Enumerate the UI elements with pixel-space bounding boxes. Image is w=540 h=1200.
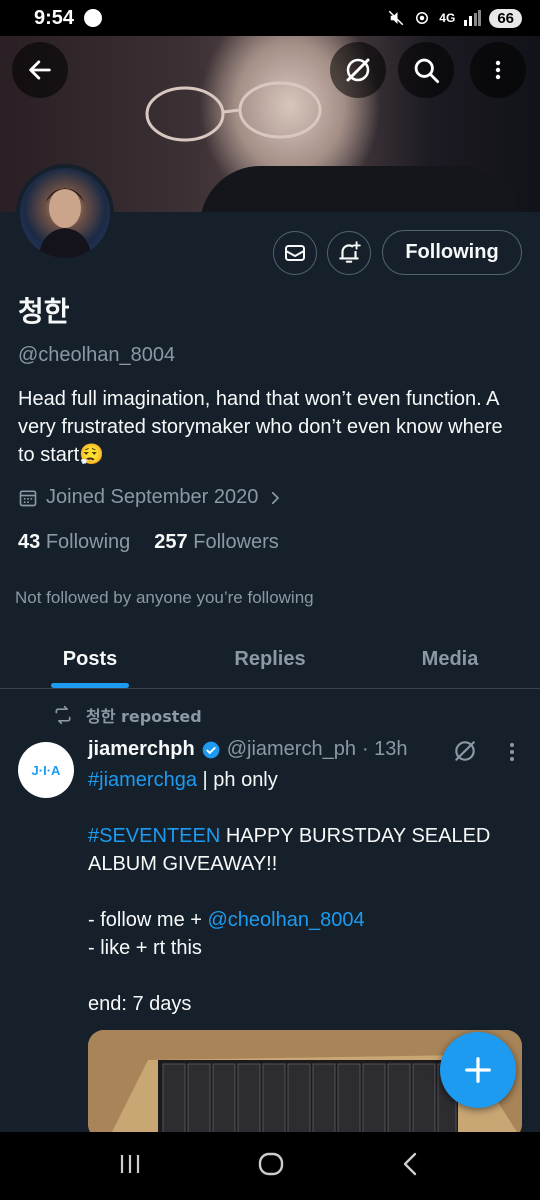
post-more-button[interactable]	[502, 740, 522, 769]
post-author-name[interactable]: jiamerchph	[88, 738, 195, 761]
tab-media[interactable]: Media	[360, 630, 540, 688]
post-author-handle[interactable]: @jiamerch_ph	[227, 738, 356, 761]
banner-photo-glasses	[145, 81, 322, 142]
following-count-link[interactable]: 43 Following	[18, 531, 130, 554]
back-icon	[403, 1152, 417, 1175]
repost-icon	[55, 705, 71, 725]
grok-button[interactable]	[330, 42, 386, 98]
signal-icon	[464, 10, 482, 26]
home-icon	[258, 1152, 284, 1175]
compose-plus-icon	[465, 1057, 491, 1083]
post-author-avatar[interactable]: J·I·A	[18, 742, 74, 798]
hashtag-link[interactable]: #SEVENTEEN	[88, 825, 220, 847]
mail-icon	[285, 245, 305, 261]
more-vertical-icon	[495, 60, 501, 80]
home-button[interactable]	[257, 1150, 285, 1183]
tab-posts[interactable]: Posts	[0, 630, 180, 688]
profile-name: 청한	[18, 295, 70, 328]
grok-icon	[346, 58, 370, 82]
calendar-icon	[19, 490, 37, 506]
profile-bio: Head full imagination, hand that won’t e…	[18, 388, 503, 466]
more-vertical-icon	[510, 743, 514, 761]
post-time: · 13h	[361, 738, 408, 760]
avatar-photo	[38, 188, 92, 258]
following-button[interactable]: Following	[382, 230, 522, 275]
joined-date[interactable]: Joined September 2020	[18, 486, 284, 509]
post-text: - follow me +	[88, 909, 208, 931]
notification-dot-icon	[84, 9, 103, 27]
compose-button[interactable]	[440, 1032, 516, 1108]
follow-counts: 43 Following 257 Followers	[18, 531, 279, 554]
post-text: end: 7 days	[88, 993, 192, 1015]
hashtag-link[interactable]: #jiamerchga	[88, 769, 197, 791]
verified-badge-icon	[202, 741, 220, 758]
system-nav-bar	[0, 1132, 540, 1200]
back-button[interactable]	[12, 42, 68, 98]
followers-count-link[interactable]: 257 Followers	[154, 531, 279, 554]
status-time: 9:54	[34, 6, 75, 29]
banner-photo-detail	[200, 166, 520, 212]
battery-indicator: 66	[489, 8, 522, 28]
chevron-right-icon	[272, 491, 280, 504]
following-count: 43	[18, 531, 41, 553]
hotspot-icon	[416, 12, 429, 24]
repost-label: 청한 reposted	[86, 707, 202, 726]
post-grok-button[interactable]	[452, 738, 478, 769]
post-header: jiamerchph @jiamerch_ph · 13h	[88, 738, 408, 761]
search-icon	[414, 58, 440, 84]
post-text: - like + rt this	[88, 937, 202, 959]
followers-count: 257	[154, 531, 188, 553]
grok-icon	[455, 741, 475, 761]
post-body: #jiamerchga | ph only #SEVENTEEN HAPPY B…	[88, 766, 508, 1018]
notifications-button[interactable]	[327, 231, 371, 275]
network-label: 4G	[439, 11, 456, 25]
following-label: Following	[45, 531, 131, 553]
profile-handle: @cheolhan_8004	[18, 344, 176, 366]
message-button[interactable]	[273, 231, 317, 275]
system-back-button[interactable]	[399, 1150, 423, 1183]
more-options-button[interactable]	[470, 42, 526, 98]
profile-avatar[interactable]	[16, 164, 114, 262]
search-button[interactable]	[398, 42, 454, 98]
recent-apps-button[interactable]	[117, 1152, 143, 1181]
repost-indicator: 청한 reposted	[52, 703, 202, 727]
post-text: | ph only	[196, 769, 278, 791]
tab-replies[interactable]: Replies	[180, 630, 360, 688]
status-icons: 4G 66	[387, 8, 522, 28]
status-bar: 9:54 4G 66	[0, 0, 540, 36]
joined-label: Joined September 2020	[46, 486, 259, 508]
recent-apps-icon	[120, 1154, 140, 1173]
mute-icon	[389, 10, 404, 26]
profile-tabs: Posts Replies Media	[0, 630, 540, 689]
followers-label: Followers	[193, 531, 279, 553]
not-followed-text: Not followed by anyone you’re following	[15, 588, 314, 607]
back-arrow-icon	[29, 60, 51, 80]
post-avatar-text: J·I·A	[31, 762, 61, 778]
mention-link[interactable]: @cheolhan_8004	[207, 909, 364, 931]
bell-plus-icon	[339, 241, 361, 263]
